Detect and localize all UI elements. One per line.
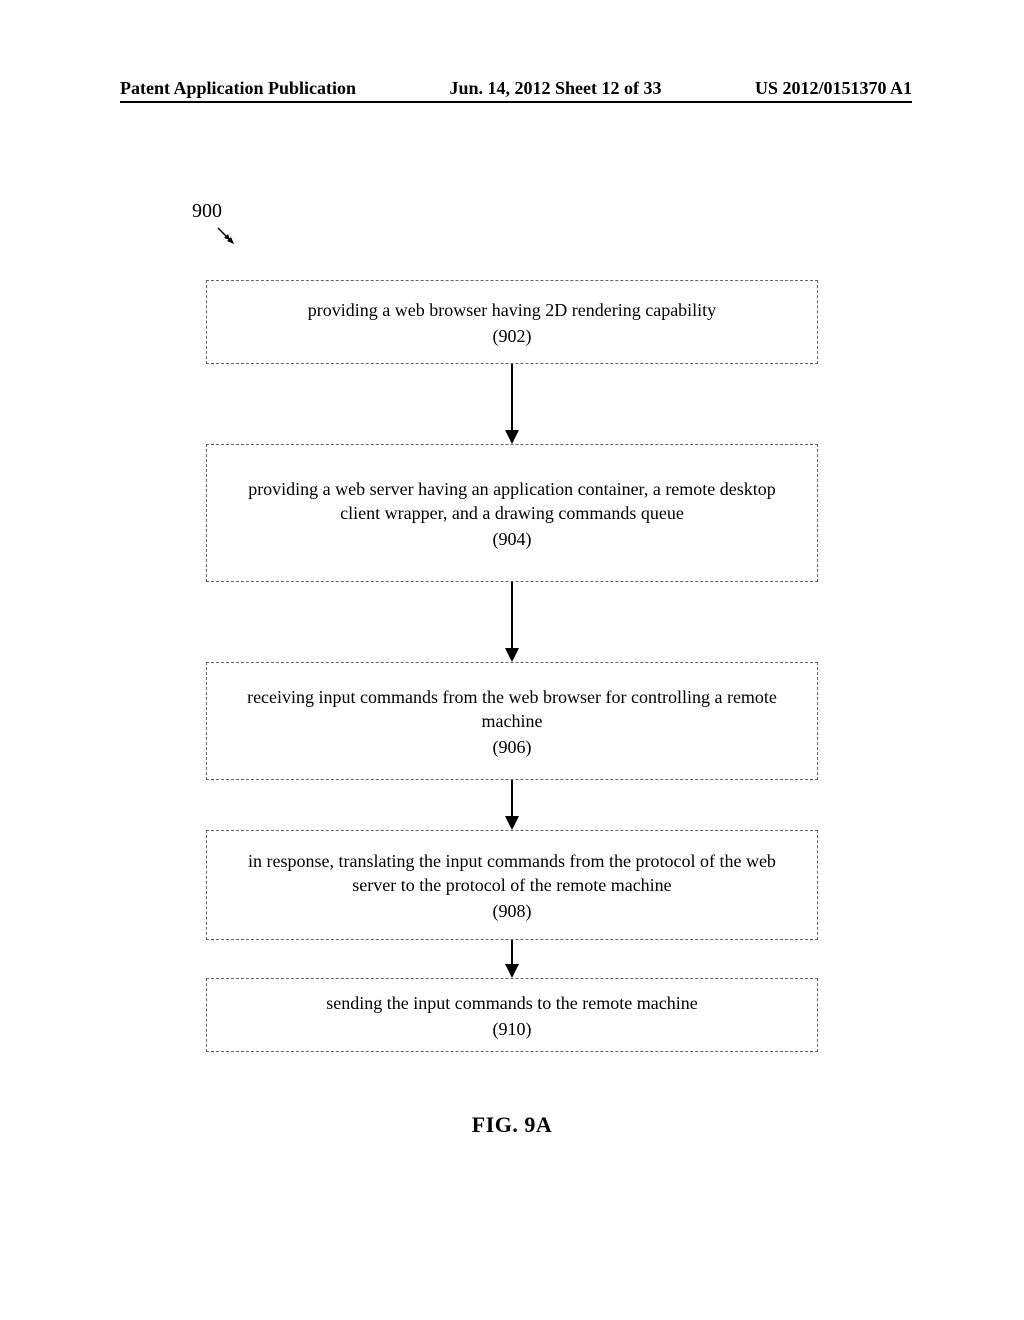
header-center: Jun. 14, 2012 Sheet 12 of 33 (449, 78, 661, 99)
step-text: receiving input commands from the web br… (231, 685, 793, 734)
arrow-down-icon (502, 780, 522, 830)
step-number: (908) (231, 899, 793, 923)
page: Patent Application Publication Jun. 14, … (0, 0, 1024, 1320)
diagram-reference-number: 900 (192, 200, 222, 223)
header-left: Patent Application Publication (120, 78, 356, 99)
step-text: providing a web browser having 2D render… (231, 298, 793, 322)
step-text: providing a web server having an applica… (231, 477, 793, 526)
header-right: US 2012/0151370 A1 (755, 78, 912, 99)
step-text: sending the input commands to the remote… (231, 991, 793, 1015)
arrow-down-icon (502, 940, 522, 978)
flowchart-step: in response, translating the input comma… (206, 830, 818, 940)
arrow-down-icon (502, 364, 522, 444)
step-number: (906) (231, 735, 793, 759)
step-number: (904) (231, 527, 793, 551)
figure-caption: FIG. 9A (472, 1112, 553, 1138)
step-number: (910) (231, 1017, 793, 1041)
flowchart-step: providing a web server having an applica… (206, 444, 818, 582)
flowchart-step: receiving input commands from the web br… (206, 662, 818, 780)
flowchart: providing a web browser having 2D render… (0, 280, 1024, 1138)
flowchart-step: providing a web browser having 2D render… (206, 280, 818, 364)
reference-arrow-icon (216, 226, 238, 248)
arrow-down-icon (502, 582, 522, 662)
step-text: in response, translating the input comma… (231, 849, 793, 898)
step-number: (902) (231, 324, 793, 348)
page-header: Patent Application Publication Jun. 14, … (120, 78, 912, 103)
flowchart-step: sending the input commands to the remote… (206, 978, 818, 1052)
